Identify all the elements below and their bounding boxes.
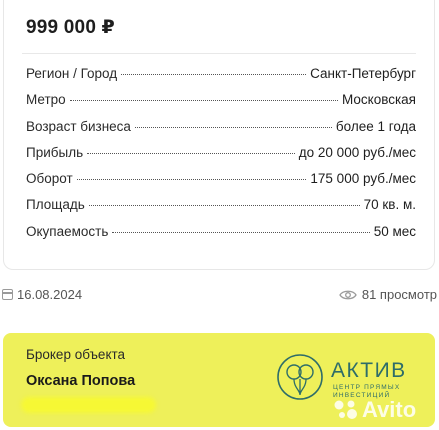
company-logo-icon (277, 354, 323, 400)
dot-leader (76, 179, 307, 181)
calendar-icon (2, 289, 13, 300)
listing-card: 999 000 ₽ Регион / Город Санкт-Петербург… (3, 0, 435, 270)
dot-leader (121, 74, 307, 75)
broker-name[interactable]: Оксана Попова (26, 373, 135, 389)
params-list: Регион / Город Санкт-Петербург Метро Мос… (26, 66, 416, 250)
param-label: Возраст бизнеса (26, 118, 131, 134)
param-row-turnover: Оборот 175 000 руб./мес (26, 171, 416, 197)
views-text: 81 просмотр (361, 287, 437, 302)
param-label: Окупаемость (26, 223, 109, 239)
view-count: 81 просмотр (339, 287, 437, 302)
date-text: 16.08.2024 (17, 287, 83, 302)
phone-placeholder[interactable] (21, 397, 156, 413)
dot-leader (69, 100, 338, 102)
dot-leader (134, 126, 332, 128)
param-label: Регион / Город (26, 66, 118, 81)
param-value: 50 мес (373, 223, 416, 239)
param-value: Санкт-Петербург (310, 66, 416, 81)
param-label: Площадь (26, 197, 85, 213)
param-row-payback: Окупаемость 50 мес (26, 224, 416, 250)
company-name: АКТИВ (331, 359, 407, 382)
param-row-profit: Прибыль до 20 000 руб./мес (26, 145, 416, 171)
avito-logo-icon (334, 400, 357, 419)
param-value: 70 кв. м. (363, 197, 416, 213)
param-label: Метро (26, 92, 66, 108)
param-value: Московская (341, 92, 416, 108)
param-row-age: Возраст бизнеса более 1 года (26, 119, 416, 145)
listing-meta: 16.08.2024 81 просмотр (0, 286, 439, 306)
dot-leader (87, 152, 295, 154)
price: 999 000 ₽ (26, 17, 115, 38)
broker-title: Брокер объекта (26, 347, 126, 362)
dot-leader (112, 231, 370, 233)
param-row-area: Площадь 70 кв. м. (26, 197, 416, 223)
param-value: до 20 000 руб./мес (298, 144, 416, 160)
param-label: Прибыль (26, 144, 84, 160)
param-value: более 1 года (335, 118, 416, 134)
param-row-metro: Метро Московская (26, 92, 416, 118)
eye-icon (339, 290, 357, 299)
dot-leader (88, 205, 360, 207)
param-row-region: Регион / Город Санкт-Петербург (26, 66, 416, 92)
broker-card[interactable]: Брокер объекта Оксана Попова АКТИВ центр… (3, 333, 435, 427)
publish-date: 16.08.2024 (2, 287, 82, 302)
param-label: Оборот (26, 171, 73, 187)
param-value: 175 000 руб./мес (310, 171, 416, 187)
divider (22, 53, 416, 54)
watermark-text: Avito (362, 397, 417, 422)
avito-watermark: Avito (333, 397, 416, 423)
